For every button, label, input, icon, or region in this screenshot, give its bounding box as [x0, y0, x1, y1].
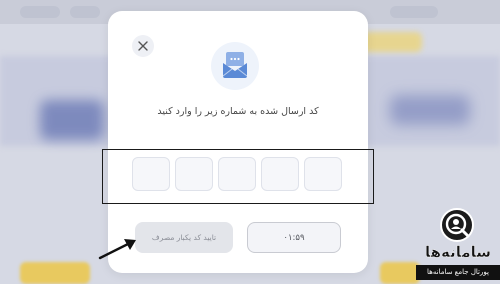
- otp-digit-input[interactable]: [304, 157, 342, 191]
- otp-digit-input[interactable]: [218, 157, 256, 191]
- watermark-logo: سامانه‌ها پورتال جامع سامانه‌ها: [416, 208, 500, 284]
- background-shape: [20, 262, 90, 284]
- watermark-subtitle: پورتال جامع سامانه‌ها: [416, 265, 500, 280]
- background-shape: [20, 6, 60, 18]
- background-shape: [380, 262, 420, 284]
- watermark-badge: [440, 208, 474, 242]
- logo-icon: [445, 213, 470, 238]
- otp-digit-input[interactable]: [261, 157, 299, 191]
- otp-digit-input[interactable]: [175, 157, 213, 191]
- background-shape: [390, 6, 438, 18]
- otp-digit-input[interactable]: [132, 157, 170, 191]
- arrow-icon: [98, 239, 136, 260]
- mail-icon: [222, 52, 248, 78]
- submit-otp-button[interactable]: تایید کد یکبار مصرف: [135, 222, 233, 253]
- resend-timer-button[interactable]: ۰۱:۵۹: [247, 222, 341, 253]
- otp-prompt-text: کد ارسال شده به شماره زیر را وارد کنید: [157, 106, 319, 117]
- watermark-title: سامانه‌ها: [424, 243, 492, 261]
- background-shape: [362, 32, 422, 52]
- background-shape: [70, 6, 100, 18]
- close-button[interactable]: [132, 35, 154, 57]
- otp-modal: کد ارسال شده به شماره زیر را وارد کنید ت…: [102, 11, 374, 273]
- mail-icon-badge: [211, 42, 259, 90]
- background-shape: [40, 100, 104, 140]
- close-icon: [138, 41, 148, 51]
- background-shape: [390, 95, 470, 125]
